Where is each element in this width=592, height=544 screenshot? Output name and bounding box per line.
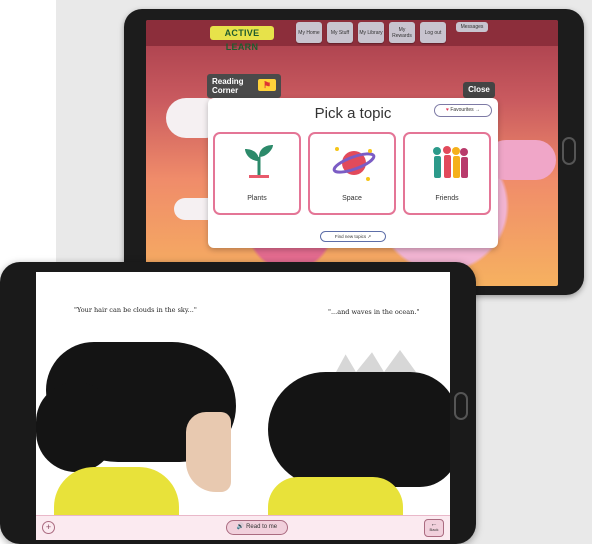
app-logo: ACTIVE LEARN (210, 26, 274, 52)
tablet-front-screen: "Your hair can be clouds in the sky..." … (36, 272, 450, 540)
read-to-me-button[interactable]: 🔊 Read to me (226, 520, 288, 535)
find-new-topics-button[interactable]: Find new topics ↗ (320, 231, 386, 242)
reader-bottom-bar: + 🔊 Read to me ← Back (36, 515, 450, 540)
top-nav-bar: ACTIVE LEARN My Home My Stuff My Library… (146, 20, 558, 52)
topic-card-space[interactable]: Space (308, 132, 396, 215)
arrow-right-icon: → (475, 107, 481, 113)
favourites-label: Favourites (450, 107, 474, 113)
read-to-me-label: Read to me (246, 524, 278, 530)
topic-card-friends[interactable]: Friends (403, 132, 491, 215)
nav-log-out[interactable]: Log out (420, 22, 446, 43)
topic-card-plants[interactable]: Plants (213, 132, 301, 215)
external-link-icon: ↗ (367, 234, 372, 239)
friends-icon (433, 146, 468, 178)
favourites-button[interactable]: ♥ Favourites → (434, 104, 492, 117)
plant-icon (245, 145, 273, 178)
tablet-back: ACTIVE LEARN My Home My Stuff My Library… (124, 9, 584, 295)
back-button[interactable]: ← Back (424, 519, 444, 537)
tablet-home-button[interactable] (562, 137, 576, 165)
messages-button[interactable]: Messages (456, 22, 488, 32)
topic-label-plants: Plants (247, 195, 267, 202)
quote-right: "...and waves in the ocean." (328, 308, 420, 316)
book-icon: ⚑ (258, 79, 276, 91)
find-new-topics-label: Find new topics (334, 234, 367, 239)
topic-picker-modal: Pick a topic ♥ Favourites → Plants Space… (208, 98, 498, 248)
nav-my-home[interactable]: My Home (296, 22, 322, 43)
tablet-home-button[interactable] (454, 392, 468, 420)
nav-my-library[interactable]: My Library (358, 22, 384, 43)
nav-my-rewards[interactable]: My Rewards (389, 22, 415, 43)
speaker-icon: 🔊 (236, 524, 245, 530)
nav-my-stuff[interactable]: My Stuff (327, 22, 353, 43)
tablet-front: "Your hair can be clouds in the sky..." … (0, 262, 476, 544)
topic-label-friends: Friends (435, 195, 459, 202)
topic-label-space: Space (342, 195, 362, 202)
tablet-back-screen: ACTIVE LEARN My Home My Stuff My Library… (146, 20, 558, 286)
close-button[interactable]: Close (463, 82, 495, 98)
back-label: Back (429, 527, 439, 532)
quote-left: "Your hair can be clouds in the sky..." (74, 306, 197, 314)
heart-icon: ♥ (445, 107, 449, 113)
reading-corner-label: Reading Corner ⚑ (207, 74, 281, 98)
add-button[interactable]: + (42, 521, 55, 534)
planet-icon (332, 147, 376, 181)
reading-corner-text: Reading Corner (212, 77, 244, 95)
